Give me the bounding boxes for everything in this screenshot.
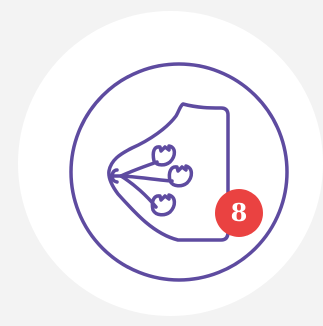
breast-anatomy-icon [69,62,289,282]
lobule-top [151,144,177,167]
lobule-middle [167,164,194,188]
count-badge: 8 [215,189,263,237]
icon-stage: 8 [0,0,323,326]
icon-strokes [69,62,289,282]
nipple [108,168,122,184]
count-badge-value: 8 [230,198,248,227]
duct-top [119,160,159,178]
